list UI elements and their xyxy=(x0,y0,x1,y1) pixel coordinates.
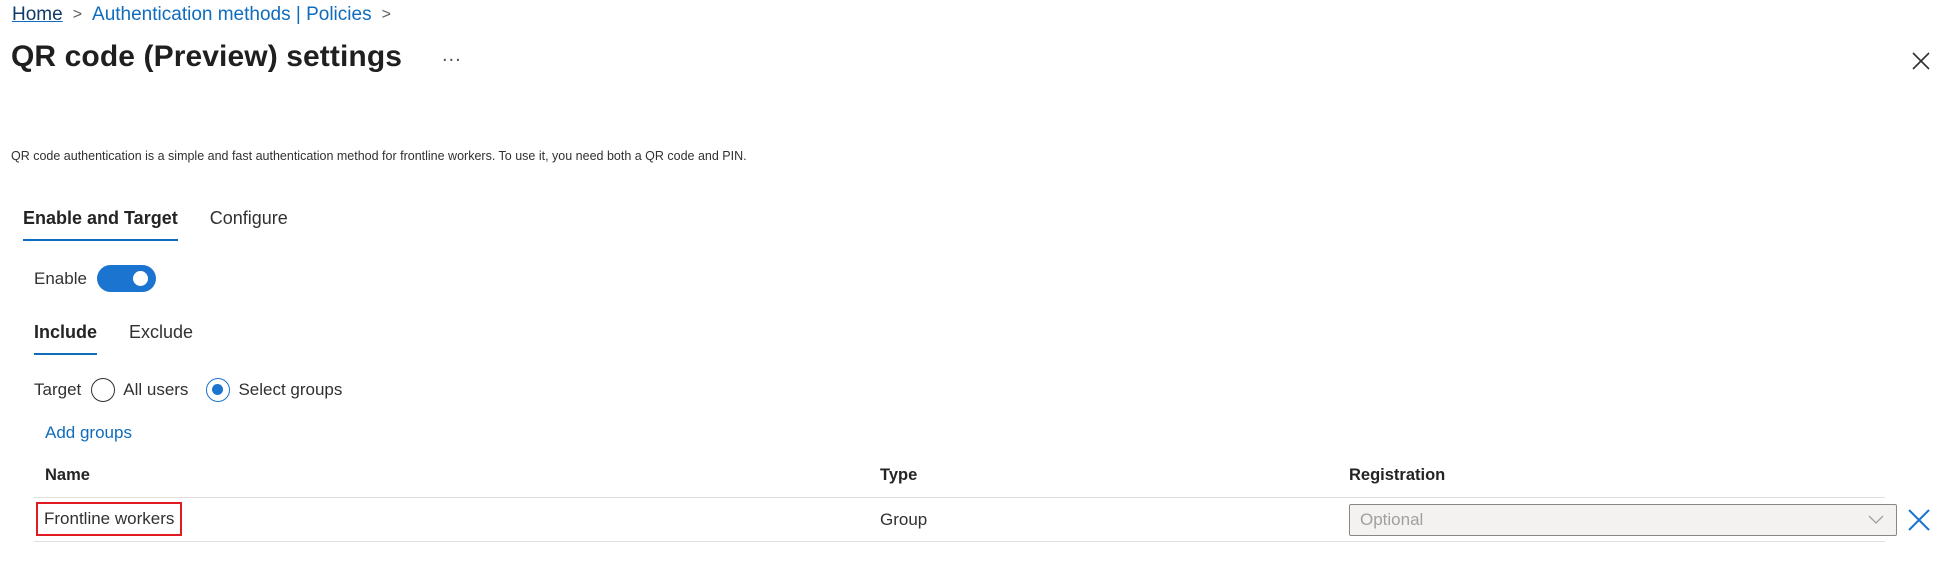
column-header-name: Name xyxy=(45,466,90,484)
registration-dropdown[interactable]: Optional xyxy=(1349,504,1897,536)
tab-include[interactable]: Include xyxy=(34,322,98,355)
registration-value: Optional xyxy=(1360,510,1424,529)
target-label: Target xyxy=(34,380,82,399)
column-header-registration: Registration xyxy=(1349,466,1446,484)
tab-configure[interactable]: Configure xyxy=(210,208,288,241)
description-text: QR code authentication is a simple and f… xyxy=(11,149,747,163)
remove-group-icon[interactable] xyxy=(1907,508,1931,532)
tab-bar: Enable and Target Configure xyxy=(23,208,288,241)
close-icon[interactable] xyxy=(1912,52,1930,70)
breadcrumb-auth-methods[interactable]: Authentication methods | Policies xyxy=(92,4,372,26)
radio-all-users[interactable] xyxy=(91,378,116,402)
radio-select-groups-label[interactable]: Select groups xyxy=(238,380,342,400)
table-header: Name Type Registration xyxy=(34,462,1920,497)
page-title: QR code (Preview) settings xyxy=(11,40,403,73)
tab-exclude[interactable]: Exclude xyxy=(129,322,193,355)
chevron-down-icon xyxy=(1868,515,1884,524)
groups-table: Name Type Registration Frontline workers… xyxy=(34,462,1930,542)
column-header-type: Type xyxy=(880,466,918,484)
breadcrumb-home[interactable]: Home xyxy=(12,4,63,26)
enable-toggle[interactable] xyxy=(96,265,156,292)
target-row: Target All users Select groups xyxy=(34,378,352,402)
tab-enable-and-target[interactable]: Enable and Target xyxy=(23,208,178,241)
toggle-knob xyxy=(132,271,148,286)
enable-label: Enable xyxy=(34,268,87,288)
add-groups-link[interactable]: Add groups xyxy=(45,423,132,443)
include-exclude-tabs: Include Exclude xyxy=(34,322,193,355)
radio-select-groups[interactable] xyxy=(206,378,231,402)
radio-all-users-label[interactable]: All users xyxy=(123,380,188,400)
breadcrumb-separator: > xyxy=(72,6,83,23)
breadcrumb: Home > Authentication methods | Policies… xyxy=(12,4,391,26)
group-name-cell: Frontline workers xyxy=(36,502,183,536)
breadcrumb-separator: > xyxy=(381,6,391,23)
enable-row: Enable xyxy=(34,265,156,292)
group-type-cell: Group xyxy=(880,510,928,529)
more-options-icon[interactable]: ... xyxy=(442,44,462,67)
table-row: Frontline workers Group Optional xyxy=(34,497,1930,542)
